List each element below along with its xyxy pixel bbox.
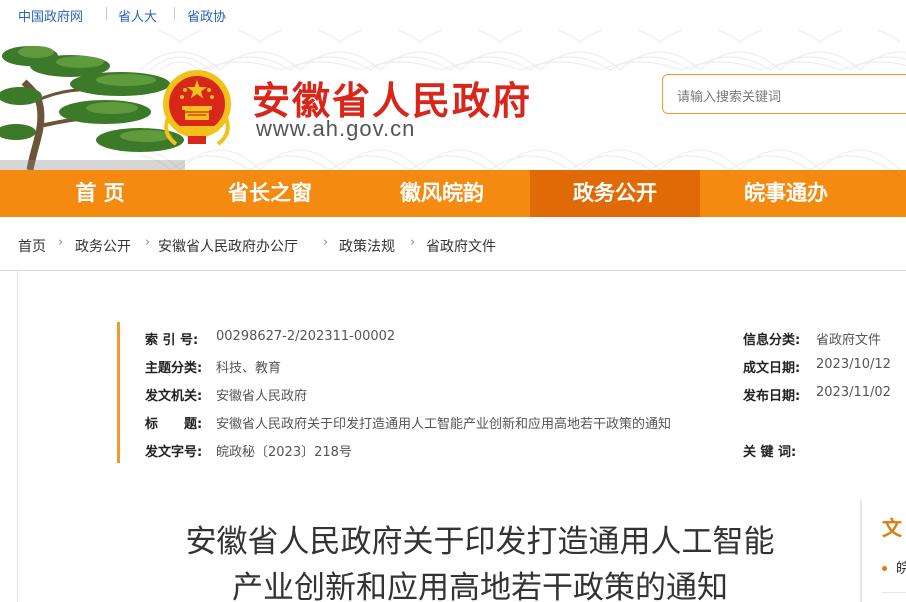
title-label: 标 题:: [145, 417, 203, 432]
breadcrumb-general-office[interactable]: 安徽省人民政府办公厅: [158, 236, 298, 256]
breadcrumb-provincial-docs[interactable]: 省政府文件: [426, 236, 496, 256]
doc-no-value: 皖政秘〔2023〕218号: [216, 445, 352, 460]
divider: [882, 592, 906, 593]
document-title-line-2: 产业创新和应用高地若干政策的通知: [232, 570, 728, 602]
side-panel: 文 皖: [860, 500, 906, 602]
doc-no-label: 发文字号:: [145, 445, 203, 460]
breadcrumb-policies[interactable]: 政策法规: [339, 236, 395, 256]
publish-date-value: 2023/11/02: [816, 385, 891, 400]
nav-item-government-affairs[interactable]: 政务公开: [530, 170, 700, 217]
chevron-right-icon: ›: [145, 235, 151, 250]
link-china-gov[interactable]: 中国政府网: [18, 6, 83, 25]
topic-value: 科技、教育: [216, 361, 282, 376]
topic-label: 主题分类:: [145, 361, 203, 376]
link-provincial-cppcc[interactable]: 省政协: [187, 6, 226, 25]
nav-item-anhui-culture[interactable]: 徽风皖韵: [362, 170, 522, 217]
index-no-label: 索 引 号:: [145, 333, 199, 348]
publish-date-label: 发布日期:: [743, 389, 801, 404]
site-header: 安徽省人民政府 www.ah.gov.cn 请输入搜索关键词: [0, 30, 906, 170]
search-input[interactable]: 请输入搜索关键词: [662, 74, 906, 114]
document-title-line-1: 安徽省人民政府关于印发打造通用人工智能: [185, 524, 775, 560]
written-date-label: 成文日期:: [743, 361, 801, 376]
title-value: 安徽省人民政府关于印发打造通用人工智能产业创新和应用高地若干政策的通知: [216, 417, 672, 432]
issuer-label: 发文机关:: [145, 389, 203, 404]
main-nav: 首 页 省长之窗 徽风皖韵 政务公开 皖事通办: [0, 170, 906, 217]
breadcrumb-gov-affairs[interactable]: 政务公开: [75, 236, 131, 256]
side-panel-title: 文: [882, 516, 902, 540]
separator: [174, 7, 175, 20]
issuer-value: 安徽省人民政府: [216, 389, 308, 404]
bullet-icon: [882, 566, 887, 571]
nav-item-online-services[interactable]: 皖事通办: [706, 170, 866, 217]
written-date-value: 2023/10/12: [816, 357, 891, 372]
top-links-bar: 中国政府网 省人大 省政协: [0, 0, 906, 30]
chevron-right-icon: ›: [410, 235, 416, 250]
category-value: 省政府文件: [816, 333, 882, 348]
search-placeholder: 请输入搜索关键词: [677, 90, 782, 105]
index-no-value: 00298627-2/202311-00002: [216, 329, 396, 344]
keywords-label: 关 键 词:: [743, 445, 797, 460]
link-provincial-congress[interactable]: 省人大: [118, 6, 157, 25]
category-label: 信息分类:: [743, 333, 801, 348]
meta-accent-bar: [117, 322, 120, 463]
separator: [106, 7, 107, 20]
nav-item-governor-window[interactable]: 省长之窗: [190, 170, 350, 217]
nav-item-home[interactable]: 首 页: [20, 170, 180, 217]
side-panel-item[interactable]: 皖: [896, 558, 906, 578]
breadcrumb: 首页 › 政务公开 › 安徽省人民政府办公厅 › 政策法规 › 省政府文件: [0, 217, 906, 271]
chevron-right-icon: ›: [323, 235, 329, 250]
chevron-right-icon: ›: [58, 235, 64, 250]
breadcrumb-home[interactable]: 首页: [18, 236, 46, 256]
site-url: www.ah.gov.cn: [256, 116, 416, 141]
national-emblem-icon: [163, 70, 231, 146]
